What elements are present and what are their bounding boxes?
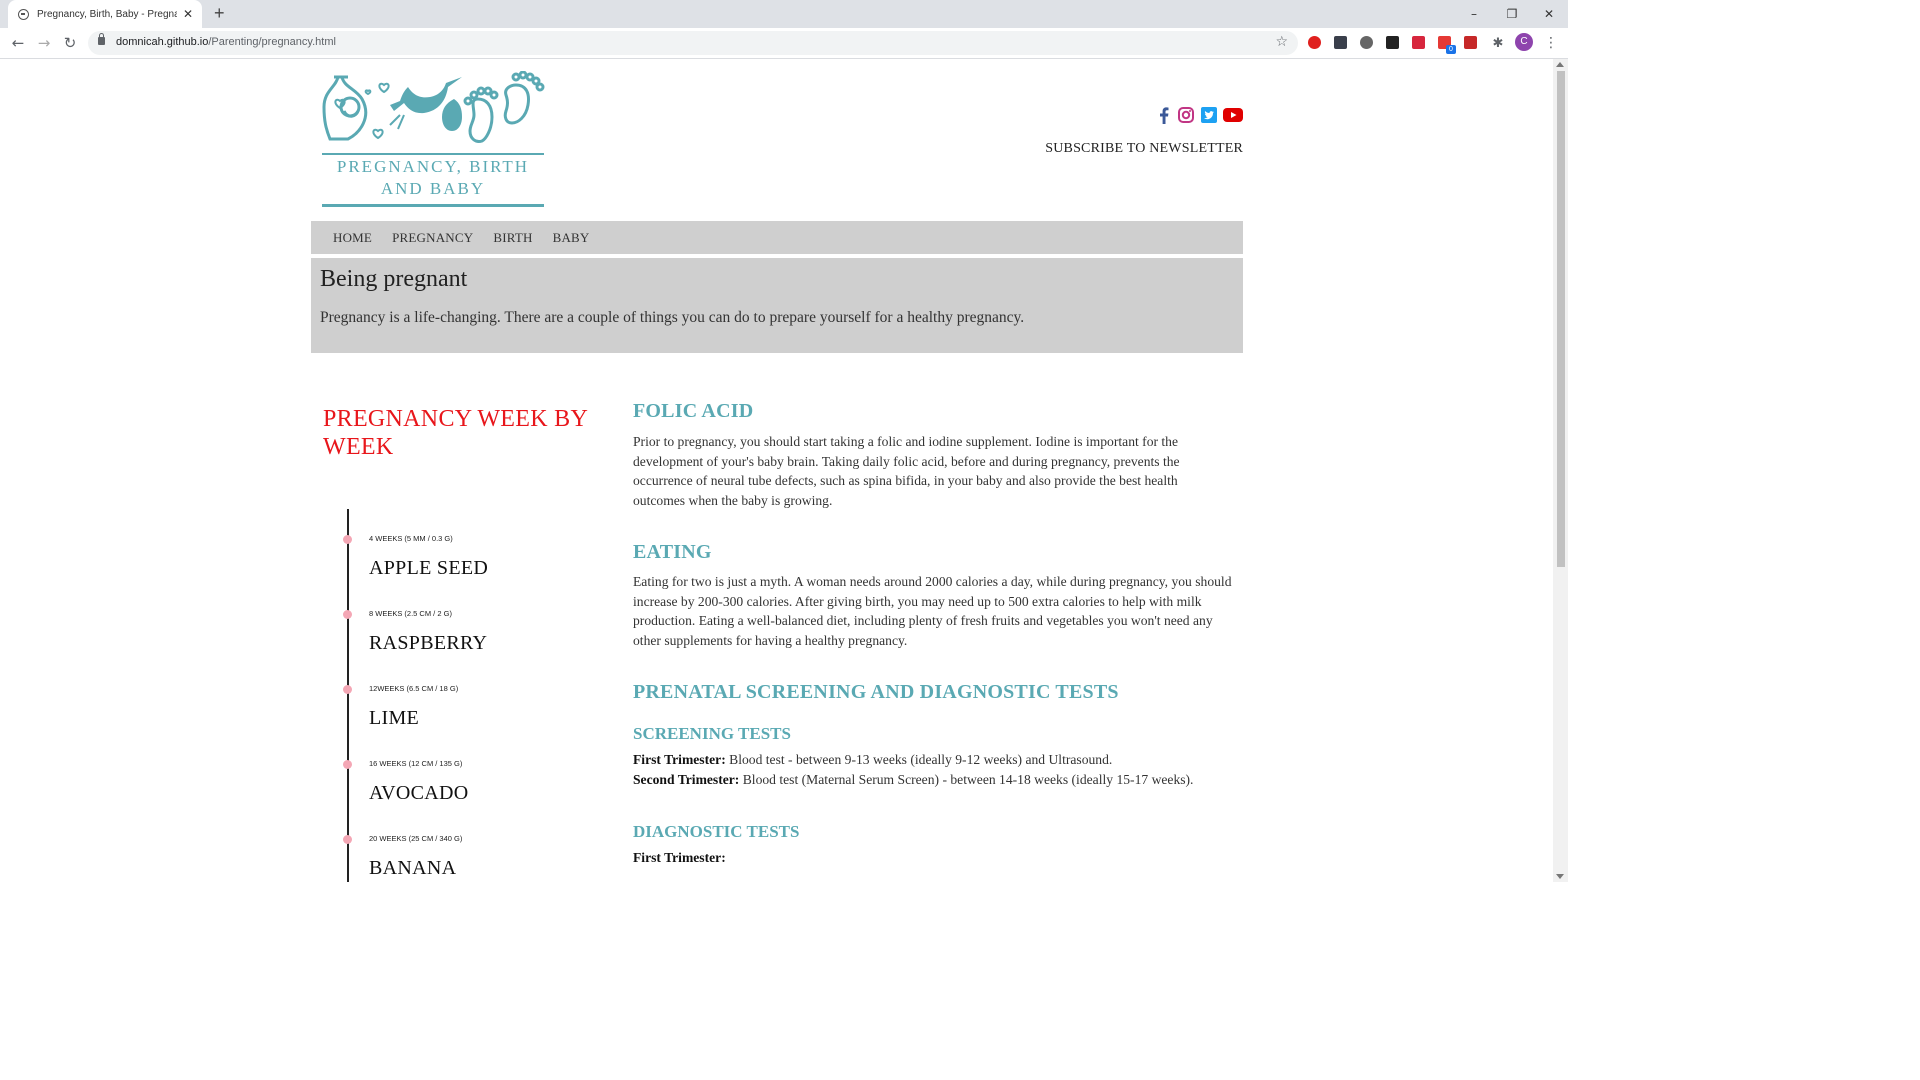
timeline-line bbox=[347, 509, 349, 882]
page-scrollbar[interactable] bbox=[1553, 59, 1568, 882]
circle-extension-icon[interactable] bbox=[1360, 36, 1373, 49]
timeline-title: PREGNANCY WEEK BY WEEK bbox=[323, 406, 588, 460]
page-viewport: PREGNANCY, BIRTH AND BABY SUBSCRIBE TO N… bbox=[0, 59, 1553, 882]
eating-text: Eating for two is just a myth. A woman n… bbox=[633, 574, 1232, 649]
forward-arrow-icon[interactable]: → bbox=[34, 33, 54, 53]
nav-item-home[interactable]: HOME bbox=[333, 230, 372, 246]
opera-extension-icon[interactable] bbox=[1308, 36, 1321, 49]
screening-first-label: First Trimester: bbox=[633, 752, 726, 767]
puzzle-icon[interactable]: ✱ bbox=[1488, 33, 1508, 53]
clapper-extension-icon[interactable] bbox=[1334, 36, 1347, 49]
nav-item-birth[interactable]: BIRTH bbox=[493, 230, 532, 246]
folic-acid-heading: FOLIC ACID bbox=[633, 400, 754, 422]
timeline-week-meta: 4 WEEKS (5 MM / 0.3 G) bbox=[369, 534, 453, 543]
timeline-week-meta: 20 WEEKS (25 CM / 340 G) bbox=[369, 834, 463, 843]
logo-text[interactable]: PREGNANCY, BIRTH AND BABY bbox=[323, 156, 543, 200]
folic-acid-text: Prior to pregnancy, you should start tak… bbox=[633, 434, 1180, 509]
profile-avatar[interactable]: C bbox=[1515, 33, 1533, 51]
address-bar[interactable]: domnicah.github.io/Parenting/pregnancy.h… bbox=[88, 31, 1298, 55]
minimize-button[interactable]: – bbox=[1455, 0, 1493, 28]
timeline-dot bbox=[343, 535, 352, 544]
tab-title: Pregnancy, Birth, Baby - Pregnancy bbox=[37, 8, 177, 20]
hero-text: Pregnancy is a life-changing. There are … bbox=[320, 309, 1025, 326]
screening-first-trimester: First Trimester: Blood test - between 9-… bbox=[633, 752, 1112, 768]
browser-toolbar: ← → ↻ domnicah.github.io/Parenting/pregn… bbox=[0, 28, 1568, 59]
youtube-icon[interactable] bbox=[1223, 106, 1243, 124]
screening-second-text: Blood test (Maternal Serum Screen) - bet… bbox=[739, 772, 1194, 787]
timeline-dot bbox=[343, 610, 352, 619]
url-text[interactable]: domnicah.github.io/Parenting/pregnancy.h… bbox=[116, 36, 336, 48]
back-arrow-icon[interactable]: ← bbox=[8, 33, 28, 53]
timeline-fruit: APPLE SEED bbox=[369, 557, 489, 579]
logo-rule-bottom bbox=[322, 204, 544, 207]
tab-close-icon[interactable]: ✕ bbox=[183, 7, 193, 21]
restore-button[interactable]: ❐ bbox=[1493, 0, 1531, 28]
scrollbar-thumb[interactable] bbox=[1557, 71, 1565, 567]
screening-second-trimester: Second Trimester: Blood test (Maternal S… bbox=[633, 772, 1193, 788]
nav-item-baby[interactable]: BABY bbox=[553, 230, 590, 246]
browser-tab[interactable]: Pregnancy, Birth, Baby - Pregnancy ✕ bbox=[8, 0, 202, 28]
timeline-fruit: RASPBERRY bbox=[369, 632, 488, 654]
bookmark-star-icon[interactable]: ☆ bbox=[1275, 34, 1288, 50]
subscribe-newsletter-link[interactable]: SUBSCRIBE TO NEWSLETTER bbox=[1045, 141, 1243, 157]
instagram-icon[interactable] bbox=[1177, 106, 1194, 124]
url-host: domnicah.github.io bbox=[116, 36, 209, 48]
diagnostic-first-trimester: First Trimester: bbox=[633, 850, 726, 866]
screening-second-label: Second Trimester: bbox=[633, 772, 740, 787]
reload-icon[interactable]: ↻ bbox=[60, 33, 80, 53]
scroll-down-arrow-icon[interactable] bbox=[1556, 874, 1564, 879]
globe-icon bbox=[18, 8, 29, 20]
diagnostic-tests-heading: DIAGNOSTIC TESTS bbox=[633, 822, 800, 841]
facebook-icon[interactable] bbox=[1157, 106, 1171, 124]
timeline-week-meta: 12WEEKS (6.5 CM / 18 G) bbox=[369, 684, 459, 693]
browser-tab-strip: Pregnancy, Birth, Baby - Pregnancy ✕ + –… bbox=[0, 0, 1568, 28]
timeline-fruit: BANANA bbox=[369, 857, 457, 879]
main-nav: HOME PREGNANCY BIRTH BABY bbox=[311, 221, 1243, 254]
diagnostic-first-label: First Trimester: bbox=[633, 850, 726, 865]
page-title: Being pregnant bbox=[320, 266, 468, 292]
logo-rule-top bbox=[322, 153, 544, 155]
logo-text-line-1: PREGNANCY, BIRTH bbox=[336, 157, 530, 176]
twitter-icon[interactable] bbox=[1200, 106, 1217, 124]
translate-extension-icon[interactable] bbox=[1412, 36, 1425, 49]
lock-icon bbox=[98, 33, 105, 45]
screening-first-text: Blood test - between 9-13 weeks (ideally… bbox=[725, 752, 1113, 767]
prenatal-heading: PRENATAL SCREENING AND DIAGNOSTIC TESTS bbox=[633, 681, 1119, 703]
timeline-fruit: AVOCADO bbox=[369, 782, 469, 804]
timeline-dot bbox=[343, 685, 352, 694]
logo-text-line-2: AND BABY bbox=[380, 179, 486, 198]
hero-banner: Being pregnant Pregnancy is a life-chang… bbox=[311, 258, 1243, 353]
scroll-up-arrow-icon[interactable] bbox=[1556, 62, 1564, 67]
timeline-fruit: LIME bbox=[369, 707, 420, 729]
timeline-dot bbox=[343, 835, 352, 844]
video-extension-icon[interactable] bbox=[1464, 36, 1477, 49]
extension-badge-count: 0 bbox=[1446, 45, 1456, 54]
new-tab-button[interactable]: + bbox=[214, 4, 225, 22]
timeline-week-meta: 16 WEEKS (12 CM / 135 G) bbox=[369, 759, 463, 768]
eating-heading: EATING bbox=[633, 541, 712, 563]
timeline-dot bbox=[343, 760, 352, 769]
timeline-week-meta: 8 WEEKS (2.5 CM / 2 G) bbox=[369, 609, 452, 618]
close-window-button[interactable]: ✕ bbox=[1530, 0, 1568, 28]
nav-item-pregnancy[interactable]: PREGNANCY bbox=[392, 230, 473, 246]
menu-dots-icon[interactable]: ⋮ bbox=[1541, 33, 1561, 53]
screening-tests-heading: SCREENING TESTS bbox=[633, 724, 791, 743]
url-path: /Parenting/pregnancy.html bbox=[208, 36, 336, 48]
pdf-extension-icon[interactable] bbox=[1386, 36, 1399, 49]
